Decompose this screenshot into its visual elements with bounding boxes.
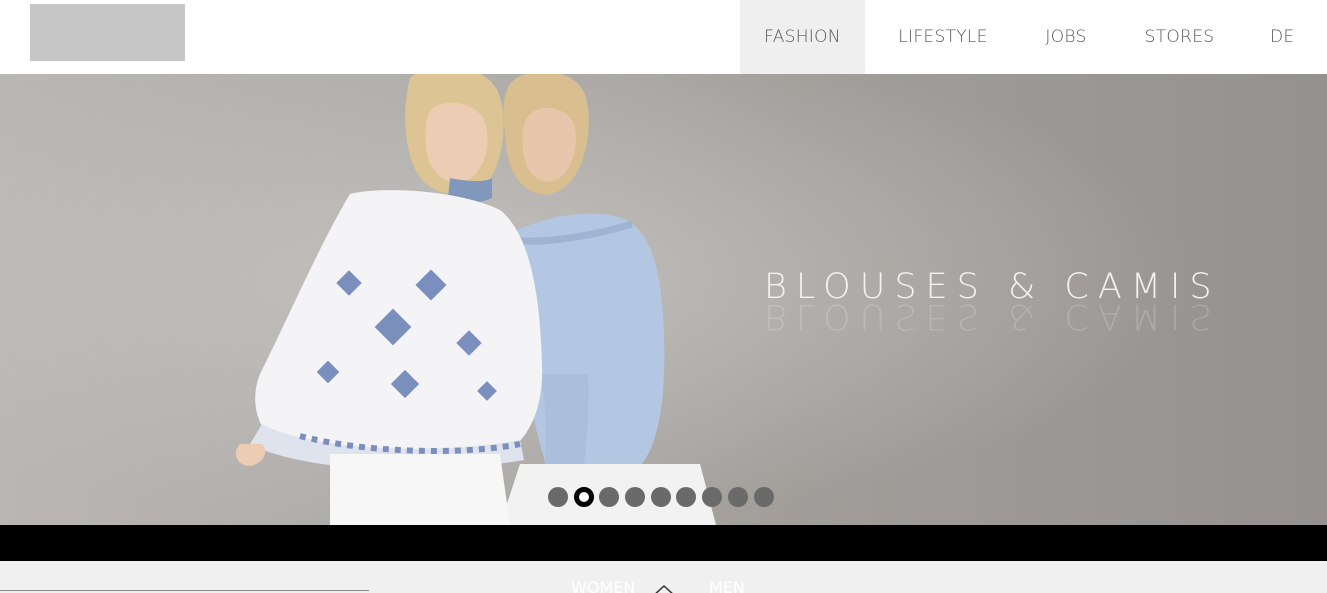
- slider-dot-4[interactable]: [625, 487, 646, 507]
- slider-dot-9[interactable]: [753, 487, 774, 507]
- nav-item-fashion[interactable]: FASHION: [740, 0, 865, 74]
- slider-dot-2[interactable]: [573, 487, 594, 507]
- slider-dot-5[interactable]: [650, 487, 671, 507]
- chevron-up-icon[interactable]: [652, 583, 676, 593]
- black-divider-bar: [0, 525, 1327, 561]
- gender-selector-section: WOMEN MEN: [0, 561, 1327, 593]
- women-link[interactable]: WOMEN: [571, 578, 635, 593]
- hero-caption-reflection: BLOUSES & CAMIS: [764, 296, 1221, 336]
- nav-item-lifestyle[interactable]: LIFESTYLE: [865, 0, 1021, 74]
- nav-item-jobs[interactable]: JOBS: [1021, 0, 1111, 74]
- slider-dot-7[interactable]: [702, 487, 723, 507]
- men-link[interactable]: MEN: [709, 578, 745, 593]
- search-input-underline[interactable]: [0, 590, 369, 592]
- nav-item-stores[interactable]: STORES: [1111, 0, 1248, 74]
- site-header: FASHION LIFESTYLE JOBS STORES DE: [0, 0, 1327, 74]
- slider-dot-8[interactable]: [727, 487, 748, 507]
- main-nav: FASHION LIFESTYLE JOBS STORES DE: [740, 0, 1327, 74]
- slider-dot-1[interactable]: [548, 487, 568, 507]
- slider-dots: [548, 487, 779, 507]
- slider-dot-3[interactable]: [599, 487, 620, 507]
- site-logo[interactable]: [30, 4, 185, 61]
- slider-dot-6[interactable]: [676, 487, 697, 507]
- nav-item-language[interactable]: DE: [1248, 0, 1327, 74]
- hero-slider[interactable]: BLOUSES & CAMIS BLOUSES & CAMIS: [0, 74, 1327, 525]
